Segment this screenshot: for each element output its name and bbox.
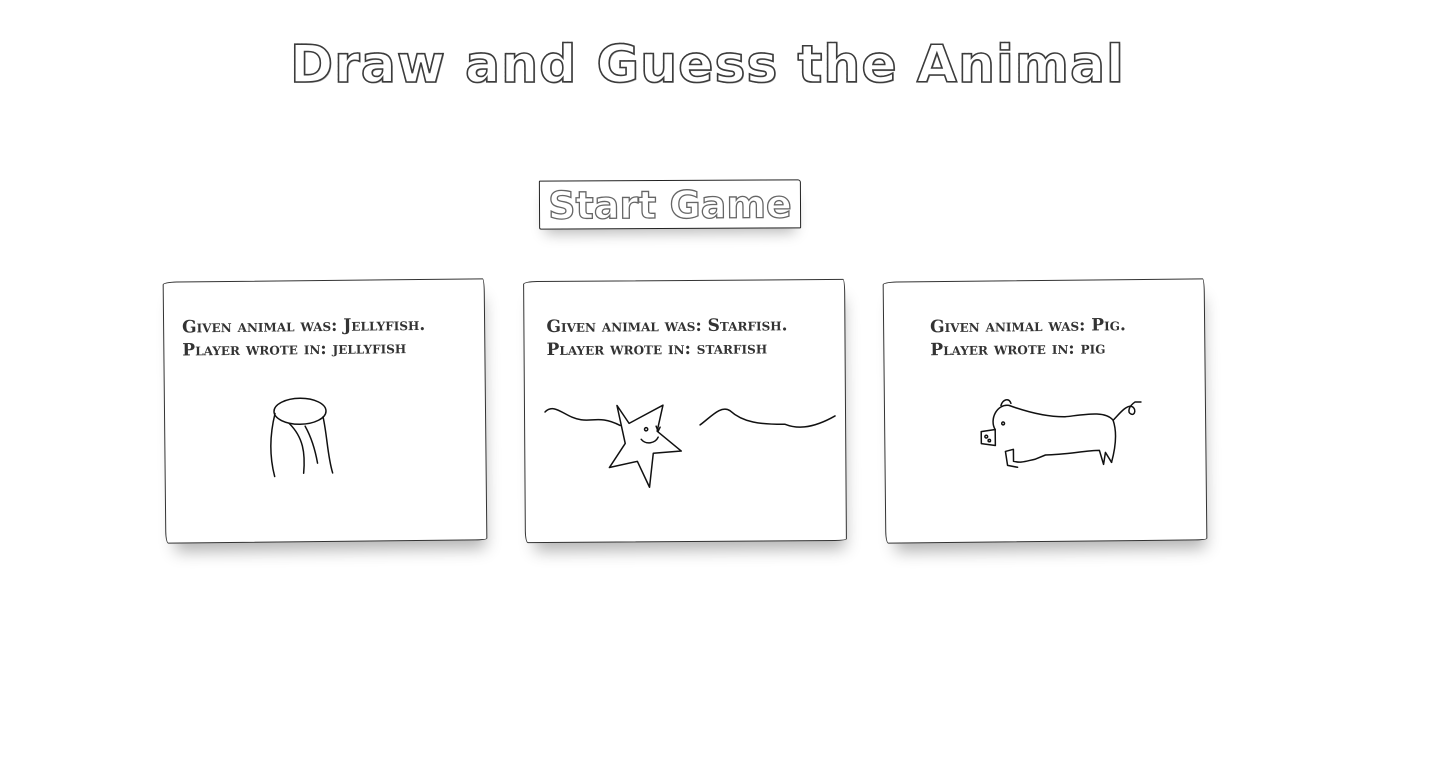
player-answer-text: Player wrote in: pig: [930, 338, 1106, 361]
card-caption: Given animal was: Starfish. Player wrote…: [546, 314, 787, 362]
starfish-drawing: [544, 404, 836, 488]
result-card: Given animal was: Starfish. Player wrote…: [523, 278, 847, 544]
result-card: Given animal was: Jellyfish. Player wrot…: [162, 278, 488, 544]
start-game-button[interactable]: Start Game: [538, 179, 802, 230]
result-card: Given animal was: Pig. Player wrote in: …: [882, 278, 1208, 544]
card-caption: Given animal was: Jellyfish. Player wrot…: [182, 314, 426, 363]
jellyfish-drawing: [270, 397, 334, 478]
given-animal-text: Given animal was: Starfish.: [546, 315, 788, 337]
player-answer-text: Player wrote in: starfish: [546, 338, 768, 360]
player-answer-text: Player wrote in: jellyfish: [182, 338, 407, 361]
card-caption: Given animal was: Pig. Player wrote in: …: [930, 314, 1126, 362]
given-animal-text: Given animal was: Jellyfish.: [182, 314, 426, 338]
page-title: Draw and Guess the Animal: [289, 30, 1124, 100]
pig-drawing: [980, 399, 1142, 469]
given-animal-text: Given animal was: Pig.: [930, 315, 1126, 338]
